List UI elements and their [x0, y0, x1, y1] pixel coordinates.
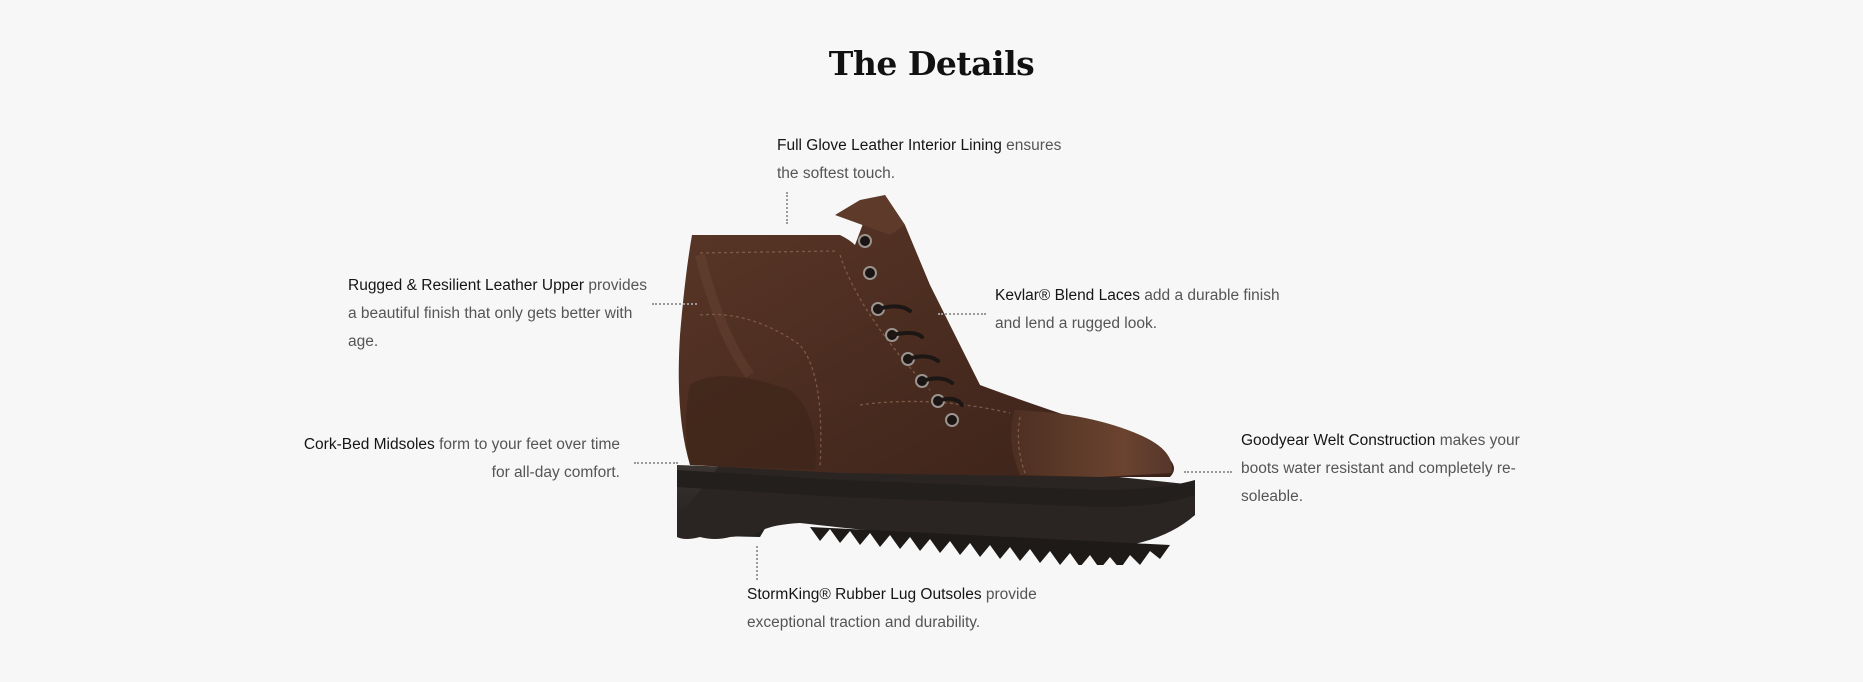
lining-leader-line — [786, 192, 788, 224]
feature-lining-name: Full Glove Leather Interior Lining — [777, 137, 1002, 154]
feature-midsoles-description: form to your feet over time for all-day … — [434, 436, 620, 481]
outsoles-leader-line — [756, 546, 758, 580]
feature-outsoles: StormKing® Rubber Lug Outsoles provide e… — [747, 581, 1047, 637]
laces-leader-line — [938, 313, 986, 315]
boot-image — [677, 195, 1195, 565]
feature-upper-name: Rugged & Resilient Leather Upper — [348, 277, 585, 294]
feature-welt: Goodyear Welt Construction makes your bo… — [1241, 427, 1531, 511]
feature-welt-name: Goodyear Welt Construction — [1241, 432, 1436, 449]
welt-leader-line — [1184, 471, 1232, 473]
section-title: The Details — [828, 44, 1035, 83]
feature-laces: Kevlar® Blend Laces add a durable finish… — [995, 282, 1295, 338]
feature-midsoles: Cork-Bed Midsoles form to your feet over… — [300, 431, 620, 487]
upper-leader-line — [652, 303, 697, 305]
midsoles-leader-line — [634, 462, 678, 464]
details-section: The Details Full Glove Leather Interior … — [0, 0, 1863, 682]
feature-laces-name: Kevlar® Blend Laces — [995, 287, 1140, 304]
feature-lining: Full Glove Leather Interior Lining ensur… — [777, 132, 1077, 188]
feature-upper: Rugged & Resilient Leather Upper provide… — [348, 272, 650, 356]
feature-midsoles-name: Cork-Bed Midsoles — [303, 436, 435, 453]
feature-outsoles-name: StormKing® Rubber Lug Outsoles — [747, 586, 982, 603]
